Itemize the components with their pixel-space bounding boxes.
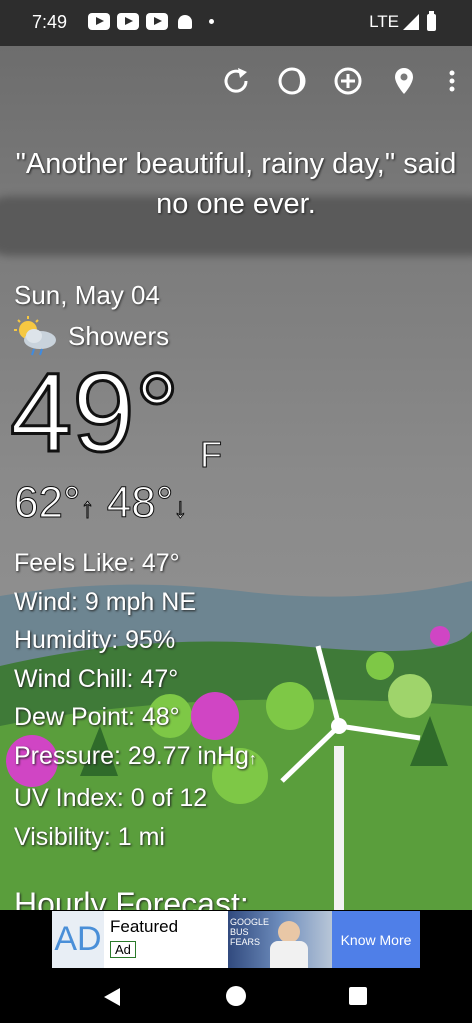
- bell-icon: [178, 14, 192, 29]
- battery-icon: [427, 10, 436, 31]
- more-button[interactable]: [432, 64, 472, 98]
- moon-phase-icon: [278, 67, 306, 95]
- forecast-date: Sun, May 04: [14, 280, 160, 310]
- toolbar: [208, 64, 472, 98]
- ad-person-body: [270, 941, 308, 968]
- signal-icon: [403, 14, 419, 30]
- wind: Wind: 9 mph NE: [14, 587, 197, 616]
- humidity: Humidity: 95%: [14, 626, 176, 654]
- refresh-icon: [224, 68, 248, 93]
- ad-know-more-button[interactable]: Know More: [332, 911, 420, 968]
- ad-person-image: [278, 921, 300, 943]
- back-button[interactable]: [104, 988, 120, 1006]
- notification-icons: [88, 13, 214, 30]
- ad-image: GOOGLE BUS FEARS: [228, 911, 332, 968]
- ad-text: Featured Ad: [104, 911, 228, 968]
- ad-logo: AD: [52, 911, 104, 968]
- status-bar: 7:49 LTE: [0, 0, 472, 46]
- location-pin-icon: [395, 68, 413, 94]
- weather-details: Feels Like: 47° Wind: 9 mph NE Humidity:…: [14, 544, 257, 856]
- network-type: LTE: [369, 12, 399, 31]
- arrow-up-icon: ↑: [80, 492, 95, 524]
- recents-button[interactable]: [349, 987, 367, 1005]
- temperature-unit: F: [200, 434, 223, 476]
- weather-quote: "Another beautiful, rainy day," said no …: [15, 148, 457, 220]
- status-time: 7:49: [32, 12, 68, 32]
- current-temperature: 49°: [8, 350, 180, 475]
- condition-text: Showers: [68, 320, 170, 351]
- more-vert-icon: [449, 70, 455, 92]
- pressure-trend-icon: ↑: [248, 750, 257, 768]
- navigation-bar: [0, 972, 472, 1023]
- youtube-notification-icon: [146, 13, 168, 30]
- refresh-button[interactable]: [208, 64, 264, 98]
- youtube-notification-icon: [88, 13, 110, 30]
- weather-scene: "Another beautiful, rainy day," said no …: [0, 46, 472, 910]
- add-location-button[interactable]: [320, 64, 376, 98]
- status-right: LTE: [369, 10, 436, 32]
- more-notifications-icon: [209, 19, 214, 24]
- feels-like: Feels Like: 47°: [14, 549, 180, 577]
- ad-content[interactable]: AD Featured Ad GOOGLE BUS FEARS Know Mor…: [52, 911, 420, 968]
- ad-badge: Ad: [110, 941, 136, 958]
- theme-button[interactable]: [264, 64, 320, 98]
- location-button[interactable]: [376, 64, 432, 98]
- hourly-forecast-heading: Hourly Forecast:: [14, 886, 249, 910]
- add-location-icon: [334, 67, 362, 95]
- ad-image-text: GOOGLE BUS FEARS: [230, 917, 270, 947]
- arrow-down-icon: ↓: [173, 492, 188, 524]
- ad-banner: AD Featured Ad GOOGLE BUS FEARS Know Mor…: [0, 910, 472, 972]
- pressure: Pressure: 29.77 inHg: [14, 741, 249, 770]
- wind-chill: Wind Chill: 47°: [14, 664, 179, 693]
- youtube-notification-icon: [117, 13, 139, 30]
- high-low: 62°↑ 48°↓: [14, 478, 188, 528]
- pressure-row: Pressure: 29.77 inHg↑: [14, 737, 257, 780]
- home-button[interactable]: [226, 986, 246, 1006]
- dew-point: Dew Point: 48°: [14, 703, 180, 731]
- uv-index: UV Index: 0 of 12: [14, 784, 208, 812]
- visibility: Visibility: 1 mi: [14, 822, 165, 851]
- low-temperature: 48°: [106, 478, 174, 528]
- high-temperature: 62°: [14, 478, 82, 528]
- ad-featured: Featured: [110, 917, 179, 936]
